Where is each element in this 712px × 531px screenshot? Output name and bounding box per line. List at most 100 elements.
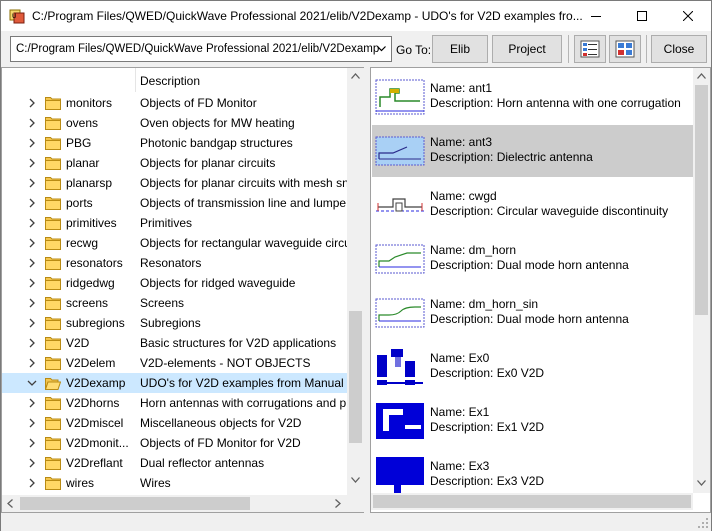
- chevron-right-icon[interactable]: [26, 257, 38, 269]
- chevron-down-icon[interactable]: [26, 377, 38, 389]
- list-view-button[interactable]: [574, 35, 606, 63]
- tree-row[interactable]: ovens Oven objects for MW heating: [2, 113, 347, 133]
- app-icon: U: [9, 8, 25, 24]
- minimize-button[interactable]: [573, 1, 619, 31]
- close-button[interactable]: Close: [651, 35, 707, 63]
- tree-row[interactable]: primitives Primitives: [2, 213, 347, 233]
- tree-horizontal-scrollbar[interactable]: [2, 495, 347, 512]
- chevron-right-icon[interactable]: [26, 157, 38, 169]
- udo-description: Description: Ex3 V2D: [430, 474, 545, 488]
- icon-view-button[interactable]: [609, 35, 641, 63]
- tree-item-description: Oven objects for MW heating: [140, 116, 295, 130]
- chevron-right-icon[interactable]: [26, 277, 38, 289]
- chevron-right-icon[interactable]: [26, 417, 38, 429]
- folder-tree-pane[interactable]: Description monitors Objects of FD Monito…: [1, 67, 364, 513]
- window-title: C:/Program Files/QWED/QuickWave Professi…: [32, 9, 583, 23]
- folder-icon: [45, 176, 61, 190]
- chevron-right-icon[interactable]: [26, 457, 38, 469]
- path-value: C:/Program Files/QWED/QuickWave Professi…: [16, 43, 380, 55]
- grid-view-icon: [615, 40, 635, 58]
- folder-icon: [45, 136, 61, 150]
- folder-icon: [45, 116, 61, 130]
- udo-description: Description: Dual mode horn antenna: [430, 312, 629, 326]
- path-dropdown[interactable]: C:/Program Files/QWED/QuickWave Professi…: [10, 36, 392, 62]
- tree-row[interactable]: planar Objects for planar circuits: [2, 153, 347, 173]
- tree-row[interactable]: ridgedwg Objects for ridged waveguide: [2, 273, 347, 293]
- tree-row[interactable]: V2Dmonit... Objects of FD Monitor for V2D: [2, 433, 347, 453]
- tree-hscroll-thumb[interactable]: [20, 497, 250, 510]
- chevron-right-icon[interactable]: [26, 117, 38, 129]
- tree-row[interactable]: PBG Photonic bandgap structures: [2, 133, 347, 153]
- chevron-right-icon[interactable]: [26, 217, 38, 229]
- udo-thumbnail: [375, 293, 425, 333]
- chevron-right-icon[interactable]: [26, 137, 38, 149]
- chevron-down-icon[interactable]: [373, 39, 389, 59]
- chevron-right-icon[interactable]: [26, 477, 38, 489]
- description-column-header[interactable]: Description: [140, 74, 200, 88]
- tree-scroll-thumb[interactable]: [349, 311, 362, 443]
- udo-list-pane[interactable]: Name: ant1 Description: Horn antenna with…: [370, 67, 711, 513]
- udo-list-item[interactable]: Name: dm_horn_sin Description: Dual mode …: [372, 287, 693, 339]
- chevron-right-icon[interactable]: [26, 317, 38, 329]
- list-hscroll-thumb[interactable]: [373, 495, 691, 508]
- udo-list-item[interactable]: Name: dm_horn Description: Dual mode horn…: [372, 233, 693, 285]
- close-window-button[interactable]: [665, 1, 711, 31]
- tree-row[interactable]: V2D Basic structures for V2D applications: [2, 333, 347, 353]
- udo-thumbnail: [375, 347, 425, 387]
- project-button[interactable]: Project: [492, 35, 562, 63]
- chevron-right-icon[interactable]: [26, 197, 38, 209]
- tree-row[interactable]: V2Dreflant Dual reflector antennas: [2, 453, 347, 473]
- resize-grip-icon[interactable]: [698, 518, 708, 528]
- tree-row[interactable]: V2Dhorns Horn antennas with corrugations …: [2, 393, 347, 413]
- list-scroll-thumb[interactable]: [695, 85, 708, 315]
- tree-row[interactable]: screens Screens: [2, 293, 347, 313]
- chevron-right-icon[interactable]: [26, 397, 38, 409]
- elib-button[interactable]: Elib: [432, 35, 488, 63]
- list-horizontal-scrollbar[interactable]: [371, 493, 693, 510]
- tree-row[interactable]: V2Dmiscel Miscellaneous objects for V2D: [2, 413, 347, 433]
- list-vertical-scrollbar[interactable]: [693, 68, 710, 493]
- udo-list-item[interactable]: Name: cwgd Description: Circular waveguid…: [372, 179, 693, 231]
- udo-name: Name: cwgd: [430, 189, 497, 203]
- chevron-right-icon[interactable]: [26, 97, 38, 109]
- tree-row[interactable]: recwg Objects for rectangular waveguide c…: [2, 233, 347, 253]
- tree-row[interactable]: subregions Subregions: [2, 313, 347, 333]
- tree-row[interactable]: resonators Resonators: [2, 253, 347, 273]
- tree-item-description: Subregions: [140, 316, 201, 330]
- tree-item-name: ovens: [66, 116, 99, 130]
- folder-icon: [45, 356, 61, 370]
- udo-list-item[interactable]: Name: ant3 Description: Dielectric antenn…: [372, 125, 693, 177]
- tree-item-description: Wires: [140, 476, 171, 490]
- chevron-right-icon[interactable]: [26, 437, 38, 449]
- udo-description: Description: Ex1 V2D: [430, 420, 545, 434]
- tree-item-description: Objects for planar circuits: [140, 156, 276, 170]
- udo-name: Name: Ex1: [430, 405, 490, 419]
- udo-thumbnail: [375, 455, 425, 495]
- tree-row[interactable]: V2Dexamp UDO's for V2D examples from Manu…: [2, 373, 347, 393]
- tree-row[interactable]: wires Wires: [2, 473, 347, 493]
- udo-description: Description: Dual mode horn antenna: [430, 258, 629, 272]
- tree-row[interactable]: V2Delem V2D-elements - NOT OBJECTS: [2, 353, 347, 373]
- folder-icon: [45, 236, 61, 250]
- udo-name: Name: dm_horn: [430, 243, 517, 257]
- udo-list-item[interactable]: Name: ant1 Description: Horn antenna with…: [372, 71, 693, 123]
- udo-list-item[interactable]: Name: Ex1 Description: Ex1 V2D: [372, 395, 693, 447]
- chevron-right-icon[interactable]: [26, 357, 38, 369]
- tree-row[interactable]: ports Objects of transmission line and lu…: [2, 193, 347, 213]
- title-bar[interactable]: U C:/Program Files/QWED/QuickWave Profes…: [1, 1, 711, 31]
- tree-row[interactable]: monitors Objects of FD Monitor: [2, 93, 347, 113]
- maximize-button[interactable]: [619, 1, 665, 31]
- name-column-header[interactable]: [2, 68, 136, 92]
- tree-item-description: Objects for rectangular waveguide circu: [140, 236, 347, 250]
- tree-item-description: Photonic bandgap structures: [140, 136, 293, 150]
- chevron-right-icon[interactable]: [26, 297, 38, 309]
- tree-vertical-scrollbar[interactable]: [347, 68, 364, 512]
- chevron-right-icon[interactable]: [26, 337, 38, 349]
- udo-list-item[interactable]: Name: Ex0 Description: Ex0 V2D: [372, 341, 693, 393]
- udo-description: Description: Circular waveguide disconti…: [430, 204, 669, 218]
- tree-row[interactable]: planarsp Objects for planar circuits with…: [2, 173, 347, 193]
- chevron-right-icon[interactable]: [26, 237, 38, 249]
- udo-thumbnail: [375, 185, 425, 225]
- tree-item-description: Objects of FD Monitor for V2D: [140, 436, 301, 450]
- chevron-right-icon[interactable]: [26, 177, 38, 189]
